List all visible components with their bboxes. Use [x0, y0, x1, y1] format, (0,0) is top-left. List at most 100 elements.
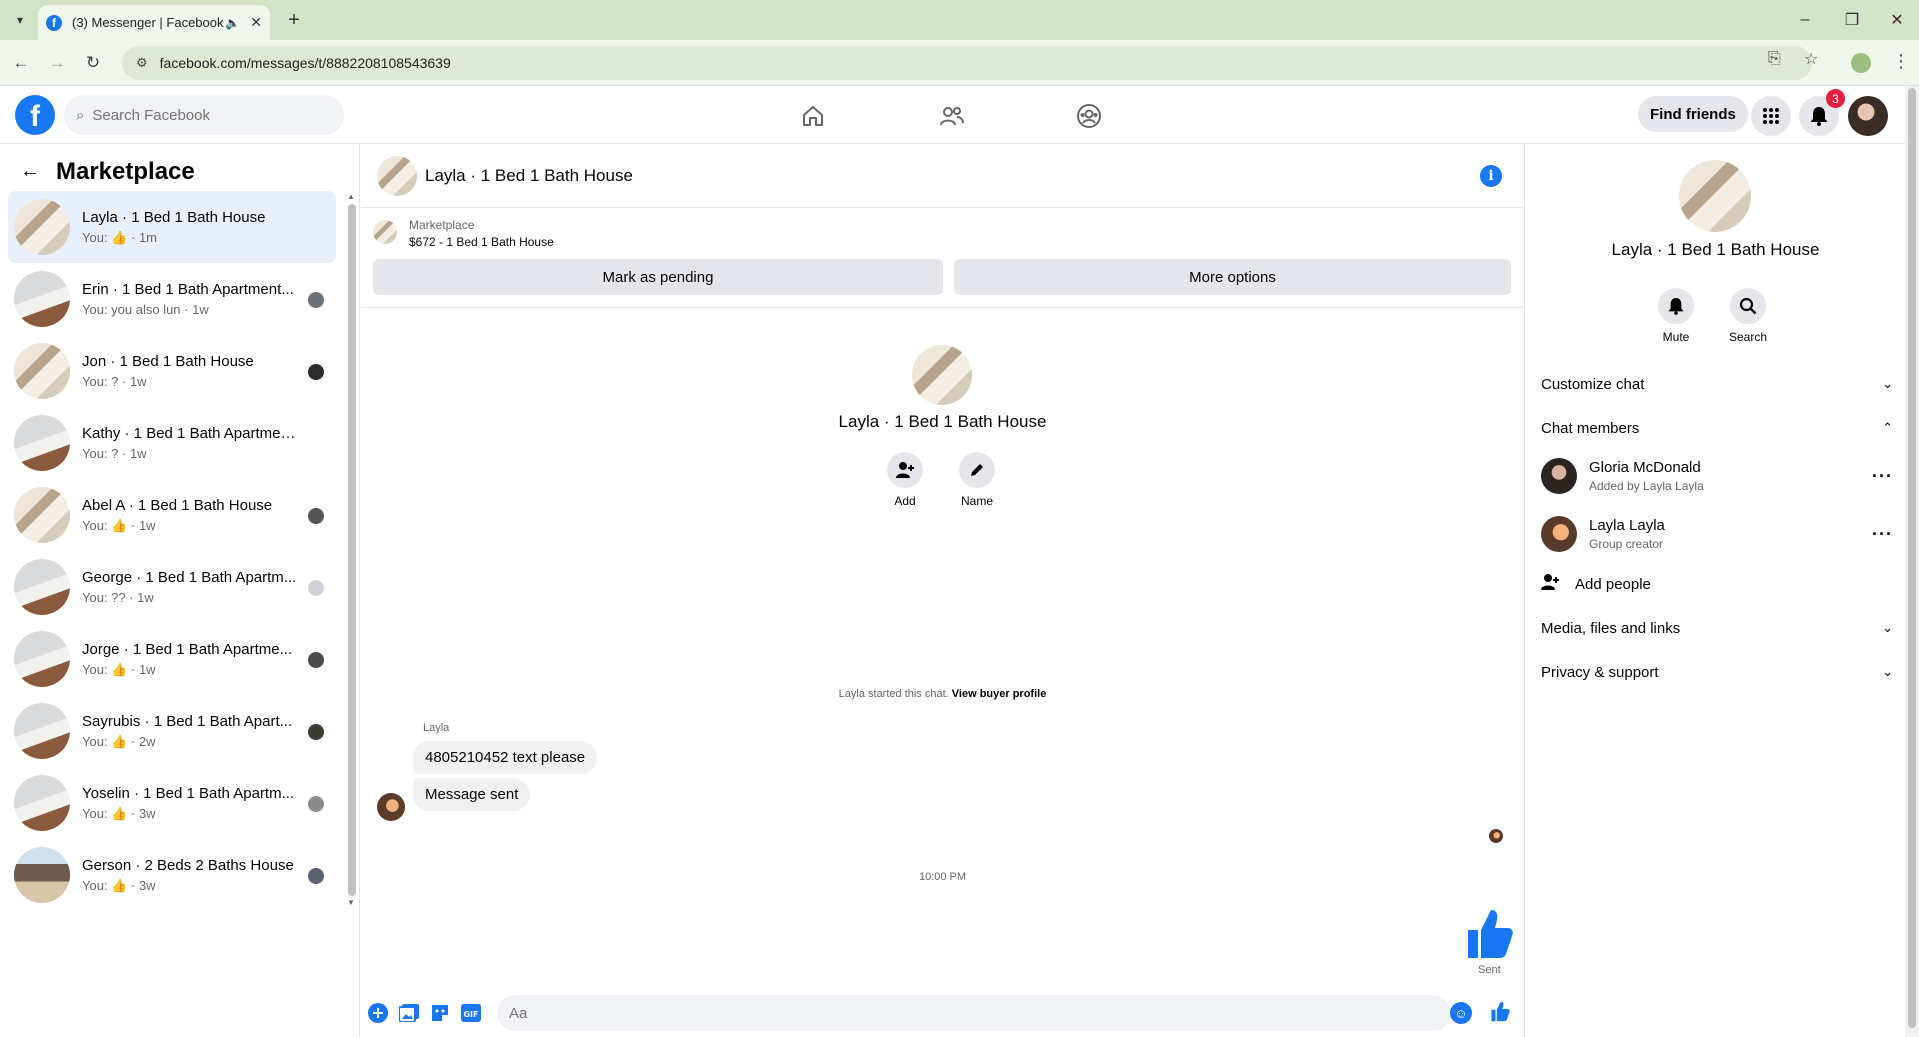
site-info-icon[interactable]: ⚙ — [136, 55, 148, 71]
gif-icon[interactable]: GIF — [460, 1002, 482, 1024]
plus-circle-icon[interactable] — [367, 1002, 389, 1024]
conversation-preview: You: ? · 1w — [82, 446, 147, 461]
message-bubble[interactable]: 4805210452 text please — [413, 741, 598, 774]
view-buyer-profile-link[interactable]: View buyer profile — [952, 688, 1047, 700]
media-files-links-row[interactable]: Media, files and links ⌄ — [1541, 610, 1893, 646]
window-close-icon[interactable]: ✕ — [1882, 8, 1912, 32]
tab-title: (3) Messenger | Facebook — [72, 15, 224, 30]
page-scrollbar[interactable] — [1905, 86, 1919, 1037]
customize-chat-row[interactable]: Customize chat ⌄ — [1541, 366, 1893, 402]
scroll-down-icon[interactable]: ▼ — [347, 898, 355, 907]
name-chat-button[interactable]: Name — [947, 452, 1007, 508]
message-input[interactable] — [497, 995, 1451, 1031]
back-icon[interactable]: ← — [8, 50, 34, 76]
conversation-item[interactable]: Jon · 1 Bed 1 Bath House You: ? · 1w — [8, 335, 336, 407]
facebook-search-input[interactable] — [92, 106, 303, 124]
facebook-search[interactable]: ⌕ — [64, 95, 344, 135]
scroll-up-icon[interactable]: ▲ — [347, 192, 355, 201]
sidebar-title: Marketplace — [56, 158, 195, 185]
facebook-logo-icon[interactable]: f — [15, 95, 55, 135]
restore-icon[interactable]: ❐ — [1837, 8, 1867, 32]
bookmark-star-icon[interactable]: ☆ — [1804, 49, 1818, 69]
conversation-item[interactable]: Jorge · 1 Bed 1 Bath Apartme... You: 👍 ·… — [8, 623, 336, 695]
browser-tab[interactable]: f (3) Messenger | Facebook 🔈 ✕ — [38, 5, 270, 40]
more-options-button[interactable]: More options — [954, 259, 1511, 295]
send-like-icon[interactable] — [1489, 1000, 1511, 1028]
find-friends-button[interactable]: Find friends — [1638, 96, 1748, 132]
speaker-icon[interactable]: 🔈 — [225, 16, 240, 30]
conversation-preview: You: 👍 · 1w — [82, 661, 156, 677]
sent-thumbs-up-icon[interactable] — [1464, 906, 1514, 971]
page-scrollbar-thumb[interactable] — [1908, 88, 1916, 1028]
sender-avatar[interactable] — [377, 793, 405, 821]
member-name: Gloria McDonald — [1589, 459, 1701, 476]
chevron-down-icon: ⌄ — [1882, 620, 1893, 635]
conversation-preview: You: 👍 · 2w — [82, 733, 156, 749]
intro-avatar — [912, 345, 972, 405]
add-member-button[interactable]: Add — [875, 452, 935, 508]
emoji-icon[interactable]: ☺ — [1450, 1002, 1472, 1024]
conversation-item[interactable]: George · 1 Bed 1 Bath Apartm... You: ?? … — [8, 551, 336, 623]
friends-icon[interactable] — [937, 102, 967, 130]
browser-menu-icon[interactable]: ⋮ — [1892, 51, 1910, 72]
photo-icon[interactable] — [398, 1002, 420, 1024]
message-bubble[interactable]: Message sent — [413, 778, 531, 811]
minimize-icon[interactable]: – — [1790, 8, 1820, 32]
thumbs-up-icon: 👍 — [111, 229, 128, 245]
account-avatar[interactable] — [1848, 96, 1888, 136]
add-people-button[interactable]: Add people — [1541, 566, 1651, 602]
chat-panel: Layla · 1 Bed 1 Bath House i Marketplace… — [361, 144, 1524, 1037]
address-bar[interactable]: ⚙ facebook.com/messages/t/88822081085436… — [122, 46, 1812, 80]
info-icon[interactable]: i — [1480, 165, 1502, 187]
seen-avatar — [308, 868, 324, 884]
search-conversation-button[interactable]: Search — [1718, 288, 1778, 344]
conversation-item[interactable]: Yoselin · 1 Bed 1 Bath Apartm... You: 👍 … — [8, 767, 336, 839]
mute-button[interactable]: Mute — [1646, 288, 1706, 344]
conversation-item[interactable]: Abel A · 1 Bed 1 Bath House You: 👍 · 1w — [8, 479, 336, 551]
more-options-icon[interactable]: ··· — [1872, 524, 1893, 545]
member-row[interactable]: Gloria McDonald Added by Layla Layla ··· — [1541, 448, 1893, 504]
home-icon[interactable] — [798, 102, 828, 130]
listing-thumbnail[interactable] — [373, 220, 397, 244]
message-timestamp: 10:00 PM — [918, 871, 967, 883]
member-row[interactable]: Layla Layla Group creator ··· — [1541, 506, 1893, 562]
read-receipt-avatar — [1489, 829, 1503, 843]
conversation-item[interactable]: Gerson · 2 Beds 2 Baths House You: 👍 · 3… — [8, 839, 336, 911]
more-options-icon[interactable]: ··· — [1872, 466, 1893, 487]
menu-grid-icon[interactable] — [1751, 96, 1791, 136]
facebook-favicon-icon: f — [46, 14, 62, 31]
mark-as-pending-button[interactable]: Mark as pending — [373, 259, 943, 295]
reload-icon[interactable]: ↻ — [80, 50, 106, 76]
groups-icon[interactable] — [1074, 102, 1104, 130]
install-app-icon[interactable]: ⎘ — [1768, 50, 1781, 68]
close-tab-icon[interactable]: ✕ — [250, 14, 262, 31]
sidebar-scrollbar[interactable]: ▲ ▼ — [346, 192, 358, 908]
sticker-icon[interactable] — [429, 1002, 451, 1024]
forward-icon[interactable]: → — [44, 50, 70, 76]
conversation-name: Jon · 1 Bed 1 Bath House — [82, 353, 254, 370]
member-avatar[interactable] — [1541, 458, 1577, 494]
chat-title[interactable]: Layla · 1 Bed 1 Bath House — [425, 166, 633, 186]
tab-search-button[interactable]: ▾ — [8, 8, 32, 32]
conversation-item[interactable]: Sayrubis · 1 Bed 1 Bath Apart... You: 👍 … — [8, 695, 336, 767]
back-arrow-icon[interactable]: ← — [20, 160, 40, 183]
privacy-support-row[interactable]: Privacy & support ⌄ — [1541, 654, 1893, 690]
new-tab-button[interactable]: + — [282, 8, 306, 32]
chat-members-row[interactable]: Chat members ⌃ — [1541, 410, 1893, 446]
conversation-item[interactable]: Layla · 1 Bed 1 Bath House You: 👍 · 1m — [8, 191, 336, 263]
conversation-item[interactable]: Kathy · 1 Bed 1 Bath Apartment/... You: … — [8, 407, 336, 479]
seen-avatar — [308, 580, 324, 596]
conversation-name: Jorge · 1 Bed 1 Bath Apartme... — [82, 640, 293, 658]
browser-profile-icon[interactable] — [1851, 53, 1871, 73]
listing-price[interactable]: $672 - 1 Bed 1 Bath House — [409, 235, 554, 249]
conversation-preview: You: ?? · 1w — [82, 590, 154, 605]
member-avatar[interactable] — [1541, 516, 1577, 552]
chat-details-panel: Layla · 1 Bed 1 Bath House Mute Search C… — [1524, 144, 1905, 1037]
conversation-item[interactable]: Erin · 1 Bed 1 Bath Apartment... You: yo… — [8, 263, 336, 335]
sent-status: Sent — [1478, 964, 1501, 976]
sidebar-scrollbar-thumb[interactable] — [348, 204, 356, 896]
seen-avatar — [308, 364, 324, 380]
listing-thumbnail — [14, 271, 70, 327]
name-label: Name — [960, 494, 993, 508]
chat-avatar[interactable] — [377, 156, 417, 196]
